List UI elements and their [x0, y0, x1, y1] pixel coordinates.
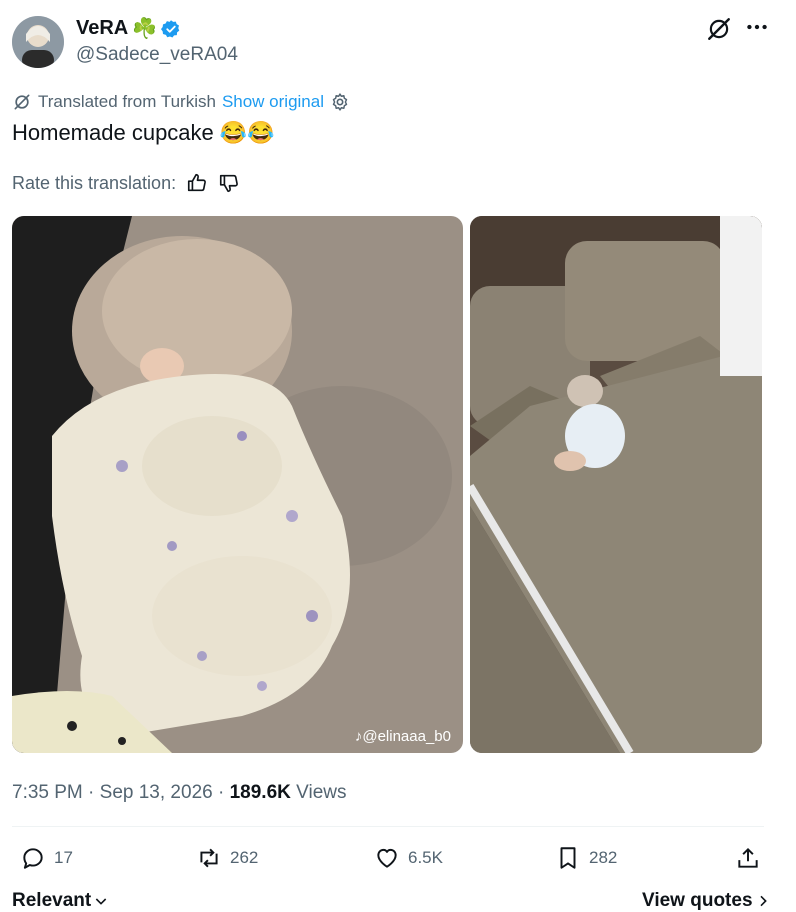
- media-photo-baby-bed[interactable]: [470, 216, 762, 753]
- chevron-right-icon: [759, 895, 767, 907]
- media-photo-baby-closeup[interactable]: ♪@elinaaa_b0: [12, 216, 463, 753]
- user-handle[interactable]: @Sadece_veRA04: [76, 44, 238, 66]
- verified-badge-icon: [161, 19, 180, 37]
- repost-button[interactable]: 262: [196, 845, 258, 871]
- divider: [12, 826, 764, 827]
- tweet-meta: 7:35 PM · Sep 13, 2026 · 189.6K Views: [12, 782, 347, 804]
- reply-icon: [23, 848, 43, 869]
- like-button[interactable]: 6.5K: [374, 845, 443, 871]
- bookmark-button[interactable]: 282: [555, 845, 617, 871]
- settings-gear-icon[interactable]: [330, 92, 350, 112]
- bookmark-icon: [560, 847, 576, 869]
- repost-count: 262: [230, 848, 259, 867]
- views-label: Views: [296, 782, 347, 803]
- tweet-text: Homemade cupcake 😂😂: [12, 120, 275, 146]
- meta-separator: ·: [217, 782, 225, 803]
- laughing-emoji: 😂😂: [219, 120, 275, 145]
- reply-button[interactable]: 17: [20, 845, 73, 871]
- tiktok-watermark: ♪@elinaaa_b0: [355, 728, 451, 745]
- bookmark-count: 282: [589, 848, 618, 867]
- translation-notice: Translated from Turkish Show original: [12, 92, 350, 112]
- sort-label: Relevant: [12, 890, 92, 911]
- clover-emoji: ☘️: [132, 18, 158, 40]
- rate-label: Rate this translation:: [12, 172, 177, 193]
- views-count: 189.6K: [229, 782, 291, 803]
- chevron-down-icon: [95, 898, 107, 905]
- tweet-body: Homemade cupcake: [12, 120, 214, 145]
- display-name-text: VeRA: [76, 17, 129, 39]
- tweet-time[interactable]: 7:35 PM: [12, 782, 83, 803]
- more-options-icon[interactable]: [744, 14, 770, 40]
- thumbs-up-icon[interactable]: [186, 172, 208, 194]
- thumbs-down-icon[interactable]: [218, 172, 240, 194]
- watermark-handle: @elinaaa_b0: [362, 728, 451, 745]
- like-count: 6.5K: [408, 848, 443, 867]
- share-icon: [738, 847, 758, 868]
- share-button[interactable]: [735, 845, 761, 871]
- tweet-date[interactable]: Sep 13, 2026: [100, 782, 213, 803]
- view-quotes-link[interactable]: View quotes: [642, 890, 771, 912]
- rate-translation: Rate this translation:: [12, 172, 240, 194]
- reply-count: 17: [54, 848, 73, 867]
- view-quotes-label: View quotes: [642, 890, 753, 911]
- display-name[interactable]: VeRA ☘️: [76, 16, 181, 41]
- repost-icon: [200, 848, 218, 868]
- grok-icon[interactable]: [706, 16, 732, 42]
- heart-icon: [377, 848, 397, 868]
- sort-relevant-dropdown[interactable]: Relevant: [12, 890, 109, 912]
- avatar[interactable]: [12, 16, 64, 68]
- translated-label: Translated from Turkish: [38, 92, 216, 111]
- show-original-link[interactable]: Show original: [222, 92, 324, 112]
- translate-icon: [14, 94, 30, 110]
- meta-separator: ·: [88, 782, 95, 803]
